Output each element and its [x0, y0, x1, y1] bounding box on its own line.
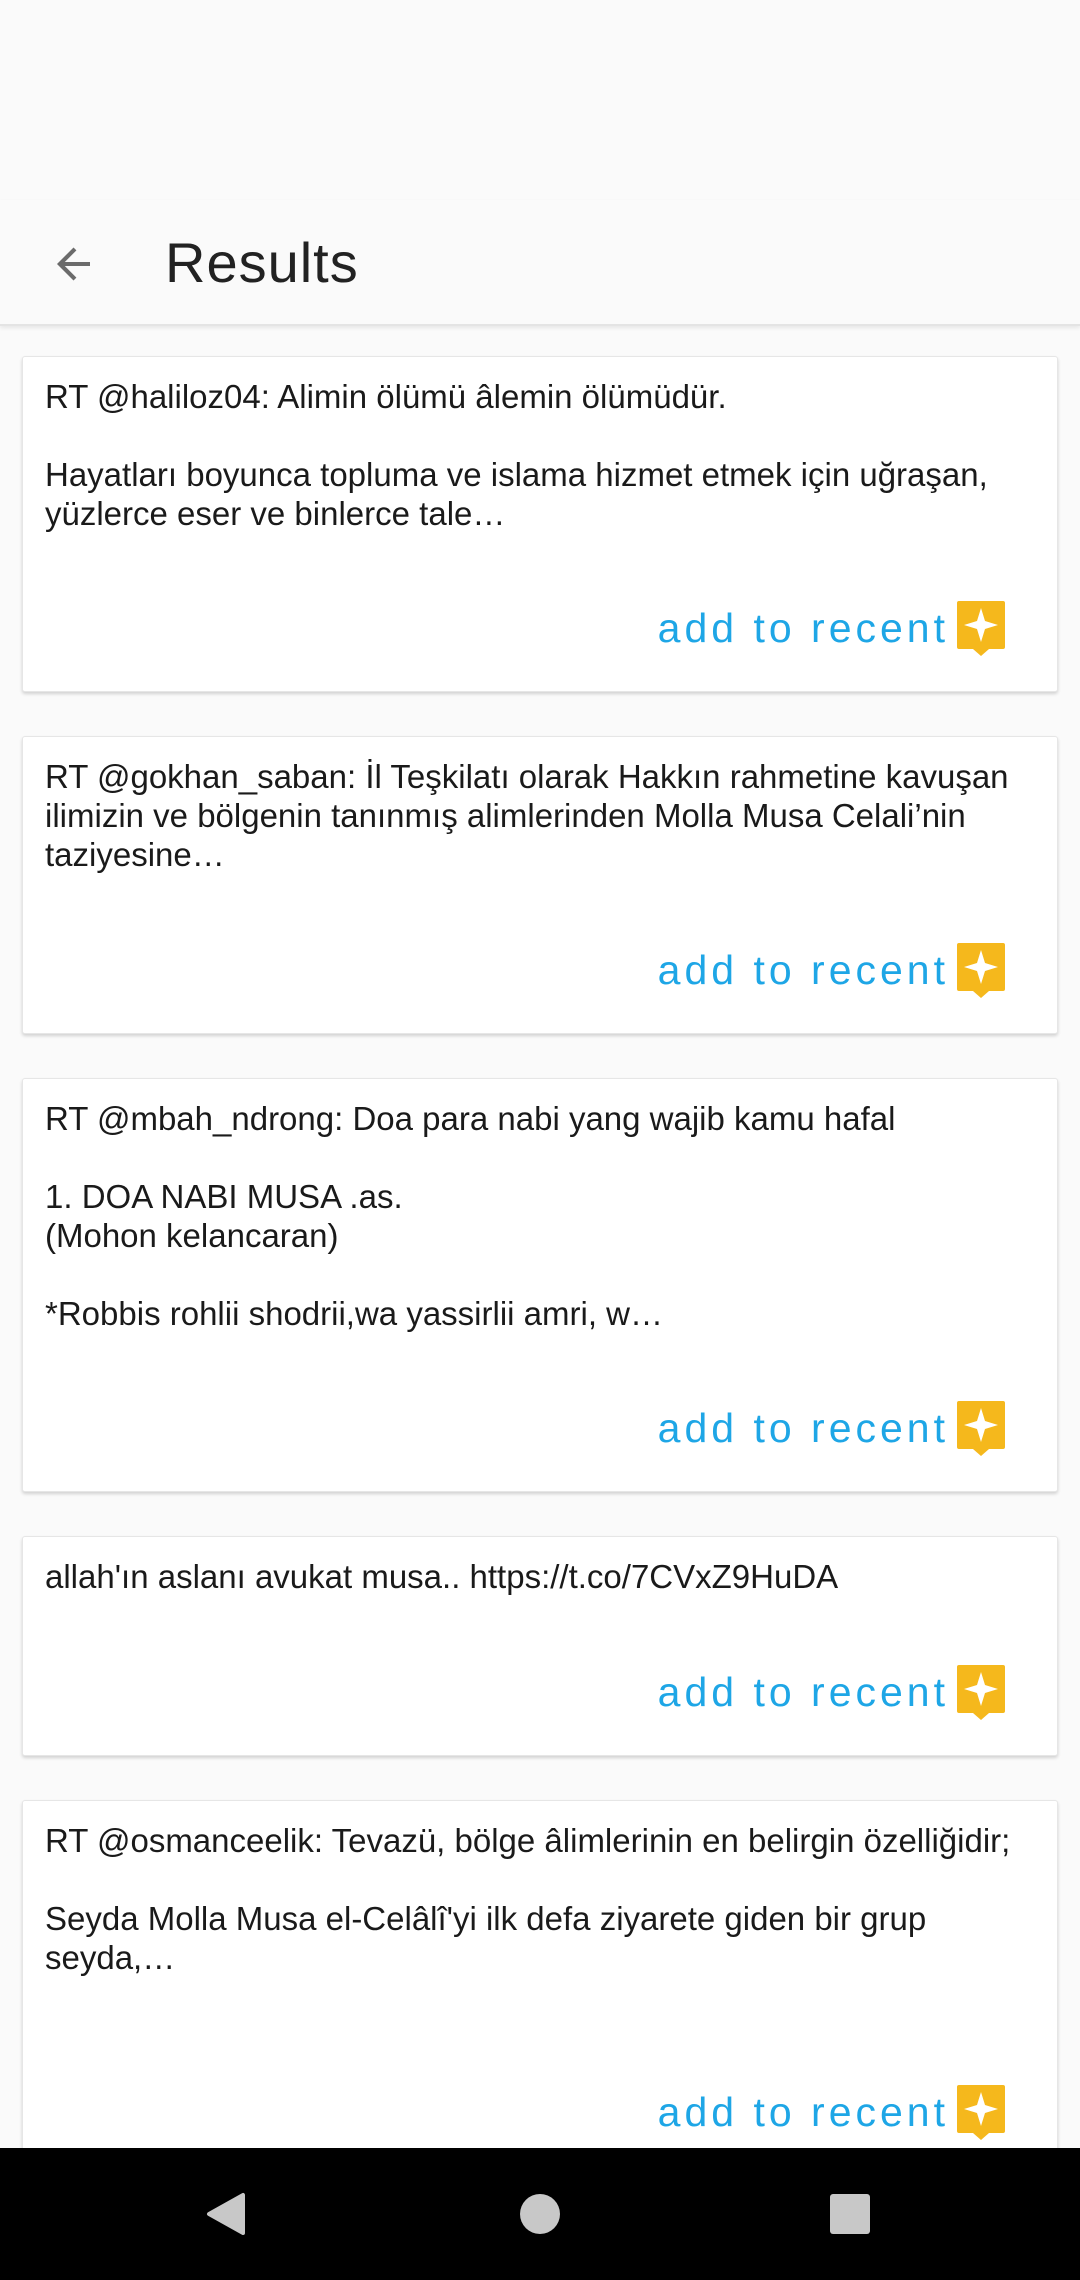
add-to-recent-button[interactable]: add to recent: [658, 2083, 1007, 2141]
sparkle-icon: [957, 943, 1005, 998]
nav-recents-button[interactable]: [820, 2184, 880, 2244]
system-navigation-bar: [0, 2148, 1080, 2280]
add-to-recent-label: add to recent: [657, 604, 949, 651]
square-recents-icon: [830, 2194, 870, 2234]
add-to-recent-label: add to recent: [657, 1404, 949, 1451]
result-card: RT @mbah_ndrong: Doa para nabi yang waji…: [22, 1078, 1058, 1492]
triangle-back-icon: [207, 2193, 245, 2235]
nav-home-button[interactable]: [510, 2184, 570, 2244]
add-to-recent-button[interactable]: add to recent: [658, 599, 1007, 657]
add-to-recent-label: add to recent: [657, 1668, 949, 1715]
app-bar: Results: [0, 200, 1080, 326]
add-to-recent-button[interactable]: add to recent: [658, 1663, 1007, 1721]
result-text: allah'ın aslanı avukat musa.. https://t.…: [45, 1558, 839, 1595]
result-card: RT @osmanceelik: Tevazü, bölge âlimlerin…: [22, 1800, 1058, 2176]
add-to-recent-button[interactable]: add to recent: [658, 941, 1007, 999]
back-button[interactable]: [44, 234, 104, 294]
result-card: RT @gokhan_saban: İl Teşkilatı olarak Ha…: [22, 736, 1058, 1034]
arrow-left-icon: [57, 247, 90, 281]
sparkle-icon: [957, 1665, 1005, 1720]
result-text: RT @haliloz04: Alimin ölümü âlemin ölümü…: [45, 378, 988, 532]
result-card: allah'ın aslanı avukat musa.. https://t.…: [22, 1536, 1058, 1756]
result-card: RT @haliloz04: Alimin ölümü âlemin ölümü…: [22, 356, 1058, 692]
status-bar-area: [0, 0, 1080, 200]
sparkle-icon: [957, 1401, 1005, 1456]
result-text: RT @mbah_ndrong: Doa para nabi yang waji…: [45, 1100, 896, 1332]
result-text: RT @gokhan_saban: İl Teşkilatı olarak Ha…: [45, 758, 1018, 873]
add-to-recent-label: add to recent: [657, 2088, 949, 2135]
nav-back-button[interactable]: [196, 2184, 256, 2244]
add-to-recent-label: add to recent: [657, 946, 949, 993]
sparkle-icon: [957, 2085, 1005, 2140]
results-list: RT @haliloz04: Alimin ölümü âlemin ölümü…: [22, 356, 1058, 2220]
add-to-recent-button[interactable]: add to recent: [658, 1399, 1007, 1457]
page-title: Results: [165, 231, 359, 294]
sparkle-icon: [957, 601, 1005, 656]
circle-home-icon: [520, 2194, 560, 2234]
result-text: RT @osmanceelik: Tevazü, bölge âlimlerin…: [45, 1822, 1011, 1976]
